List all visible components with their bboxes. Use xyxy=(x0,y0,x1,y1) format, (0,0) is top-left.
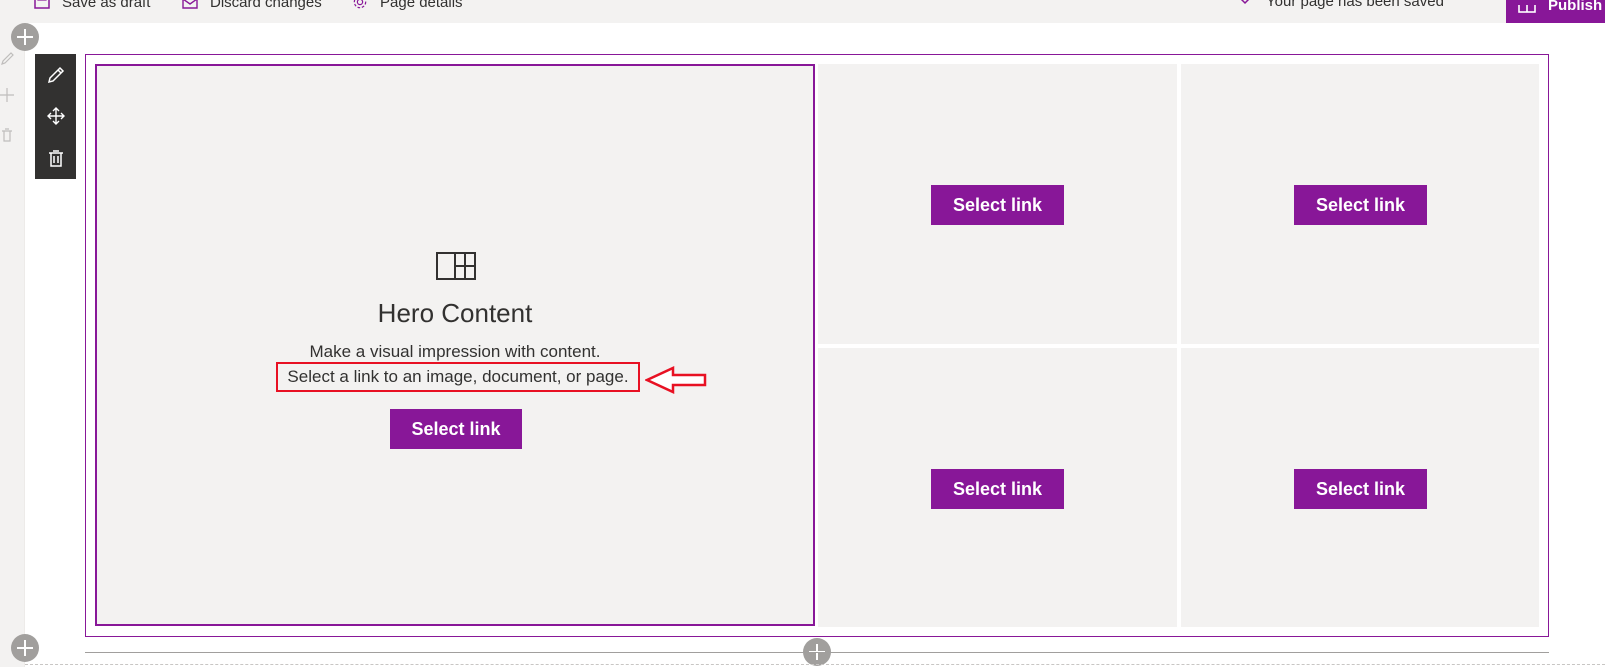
save-icon xyxy=(34,0,50,9)
add-section-icon[interactable] xyxy=(11,634,39,662)
select-link-button[interactable]: Select link xyxy=(931,185,1064,225)
hero-main-tile[interactable]: Hero Content Make a visual impression wi… xyxy=(95,64,815,626)
delete-icon xyxy=(48,149,63,167)
hero-layout-icon xyxy=(436,252,476,280)
hero-description-line1: Make a visual impression with content. xyxy=(309,342,601,361)
hero-tile-3[interactable]: Select link xyxy=(818,348,1177,627)
add-section-icon[interactable] xyxy=(11,23,39,51)
publish-icon xyxy=(1518,4,1536,13)
discard-changes-button[interactable]: Discard changes xyxy=(182,0,322,11)
section-divider xyxy=(85,652,1549,653)
chevron-down-icon[interactable] xyxy=(1238,0,1252,8)
hero-title: Hero Content xyxy=(377,298,533,328)
save-draft-button[interactable]: Save as draft xyxy=(34,0,150,11)
arrow-annotation-icon xyxy=(645,366,707,394)
publish-label: Publish xyxy=(1548,0,1603,14)
discard-changes-label: Discard changes xyxy=(210,0,322,11)
move-icon xyxy=(46,106,65,125)
hero-tile-1[interactable]: Select link xyxy=(818,64,1177,344)
delete-webpart-button[interactable] xyxy=(45,147,66,168)
left-rail xyxy=(0,23,25,667)
save-draft-label: Save as draft xyxy=(62,0,151,11)
edit-webpart-button[interactable] xyxy=(45,64,66,85)
gear-icon xyxy=(353,0,367,9)
hero-description-line2: Select a link to an image, document, or … xyxy=(276,362,640,392)
hero-tile-2[interactable]: Select link xyxy=(1181,64,1539,344)
select-link-button[interactable]: Select link xyxy=(1294,185,1427,225)
select-link-button[interactable]: Select link xyxy=(1294,469,1427,509)
discard-icon xyxy=(182,0,198,9)
publish-button[interactable]: Publish xyxy=(1506,0,1605,23)
select-link-button[interactable]: Select link xyxy=(390,409,522,449)
page-details-label: Page details xyxy=(380,0,463,11)
command-bar: Save as draft Discard changes Page detai… xyxy=(0,0,1605,23)
move-icon xyxy=(0,88,14,102)
page-end-divider xyxy=(25,664,1605,665)
page-details-button[interactable]: Page details xyxy=(352,0,463,11)
select-link-button[interactable]: Select link xyxy=(931,469,1064,509)
move-webpart-button[interactable] xyxy=(45,105,66,126)
hero-tile-4[interactable]: Select link xyxy=(1181,348,1539,627)
delete-icon xyxy=(2,128,12,142)
edit-icon xyxy=(47,66,64,83)
edit-icon xyxy=(1,52,14,65)
save-status-text: Your page has been saved xyxy=(1266,0,1444,10)
webpart-toolbar xyxy=(35,54,76,179)
